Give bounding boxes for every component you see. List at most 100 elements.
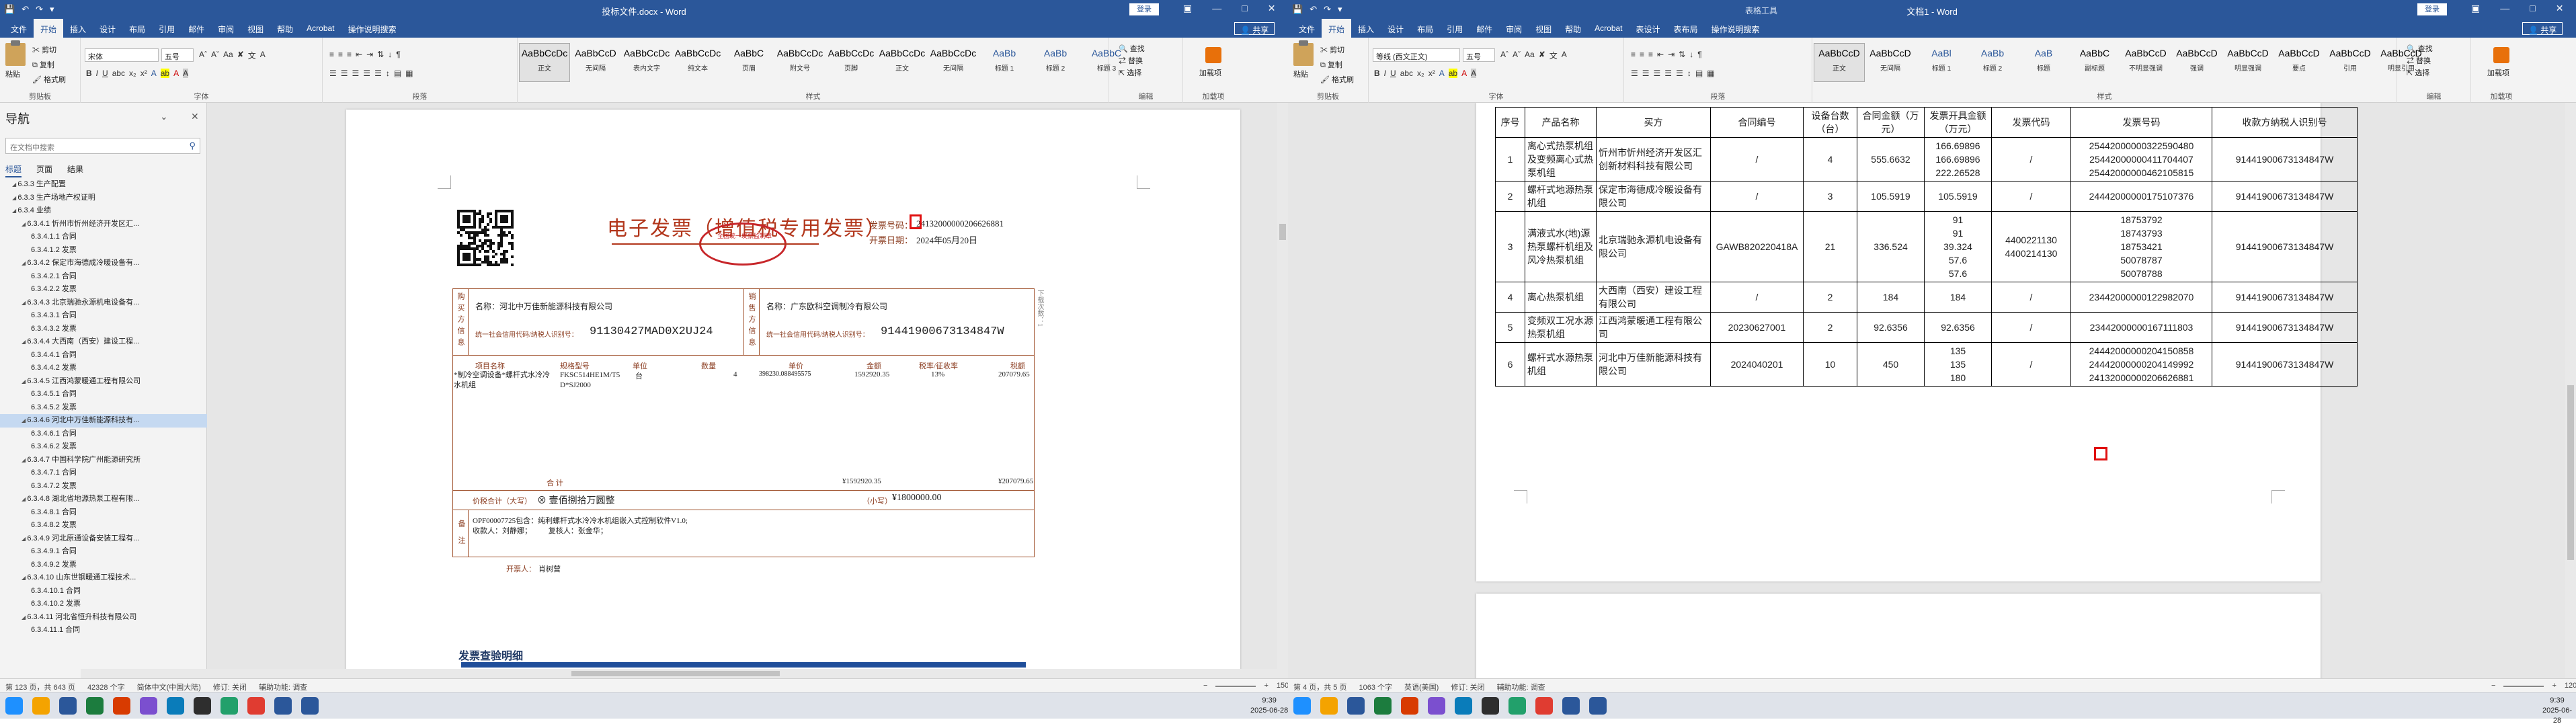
clear-format-icon[interactable]: ✘: [237, 50, 244, 61]
vertical-scrollbar[interactable]: [2565, 103, 2576, 678]
change-case-icon[interactable]: Aa: [1525, 50, 1535, 61]
table-cell[interactable]: 忻州市忻州经济开发区汇创新材料科技有限公司: [1596, 137, 1711, 182]
table-cell[interactable]: 江西鸿蒙暖通工程有限公司: [1596, 312, 1711, 343]
font-size-select[interactable]: 五号: [1463, 48, 1495, 62]
table-cell[interactable]: 2: [1495, 181, 1525, 212]
superscript-icon[interactable]: x²: [1428, 69, 1435, 78]
tab-item[interactable]: 插入: [1351, 19, 1381, 38]
nav-heading-item[interactable]: ◢ 6.3.3 生产场地产权证明: [0, 192, 207, 205]
table-cell[interactable]: 河北中万佳新能源科技有限公司: [1596, 342, 1711, 387]
justify-icon[interactable]: ☰: [363, 69, 370, 78]
char-shading-icon[interactable]: A: [183, 69, 189, 78]
table-cell[interactable]: 91441900673134847W: [2212, 211, 2358, 282]
text-effect-icon[interactable]: A: [151, 69, 157, 78]
format-painter-button[interactable]: 🖌 格式刷: [32, 74, 66, 85]
nav-heading-item[interactable]: 6.3.4.1.2 发票: [0, 244, 207, 257]
close-icon[interactable]: ✕: [2556, 3, 2564, 14]
table-cell[interactable]: 离心热泵机组: [1525, 282, 1597, 313]
borders-icon[interactable]: ▦: [1707, 69, 1714, 78]
table-cell[interactable]: 91441900673134847W: [2212, 342, 2358, 387]
nav-heading-item[interactable]: 6.3.4.11.1 合同: [0, 624, 207, 637]
font-color-icon[interactable]: A: [173, 69, 179, 78]
table-cell[interactable]: 螺杆式地源热泵机组: [1525, 181, 1597, 212]
table-cell[interactable]: /: [1991, 181, 2071, 212]
tab-item[interactable]: 引用: [1440, 19, 1470, 38]
tab-item[interactable]: 操作说明搜索: [1705, 19, 1767, 38]
tab-item[interactable]: 邮件: [182, 19, 211, 38]
style-option[interactable]: AaB 标题: [2018, 43, 2069, 82]
text-effect-icon[interactable]: A: [1439, 69, 1445, 78]
grow-font-icon[interactable]: Aˆ: [1500, 50, 1508, 61]
minimize-icon[interactable]: —: [2500, 3, 2509, 14]
replace-button[interactable]: ⇄ 替换: [2407, 55, 2433, 67]
cut-button[interactable]: ✂ 剪切: [32, 44, 56, 55]
nav-heading-item[interactable]: 6.3.4.2.2 发票: [0, 283, 207, 296]
nav-heading-item[interactable]: 6.3.4.10.2 发票: [0, 598, 207, 611]
nav-heading-item[interactable]: 6.3.4.10.1 合同: [0, 585, 207, 598]
page-count[interactable]: 第 4 页，共 5 页: [1293, 682, 1346, 692]
distribute-icon[interactable]: ☰: [374, 69, 382, 78]
change-case-icon[interactable]: Aa: [223, 50, 233, 61]
clock-left[interactable]: 9:39 2025-06-28: [1250, 696, 1288, 716]
table-cell[interactable]: 3: [1803, 181, 1857, 212]
nav-heading-item[interactable]: 6.3.4.7.1 合同: [0, 467, 207, 480]
maximize-icon[interactable]: □: [2530, 3, 2535, 14]
align-left-icon[interactable]: ☰: [1631, 69, 1638, 78]
justify-icon[interactable]: ☰: [1664, 69, 1672, 78]
table-cell[interactable]: 105.5919: [1857, 181, 1925, 212]
word-icon[interactable]: [59, 697, 77, 715]
table-cell[interactable]: 105.5919: [1924, 181, 1992, 212]
minimize-icon[interactable]: —: [1212, 3, 1221, 14]
table-cell[interactable]: 336.524: [1857, 211, 1925, 282]
zoom-slider[interactable]: [2503, 686, 2544, 687]
style-option[interactable]: AaBbCcDc 正文: [877, 43, 928, 82]
style-option[interactable]: AaBb 标题 2: [1967, 43, 2018, 82]
style-option[interactable]: AaBbC 页眉: [723, 43, 774, 82]
increase-indent-icon[interactable]: ⇥: [366, 50, 373, 59]
find-button[interactable]: 🔍 查找: [1119, 43, 1145, 55]
table-cell[interactable]: 离心式热泵机组及变频离心式热泵机组: [1525, 137, 1597, 182]
style-option[interactable]: AaBb 标题 1: [979, 43, 1030, 82]
style-option[interactable]: AaBbCcDc 正文: [519, 43, 570, 82]
table-cell[interactable]: 166.69896 166.69896 222.26528: [1924, 137, 1992, 182]
nav-heading-item[interactable]: 6.3.4.1.1 合同: [0, 231, 207, 244]
tab-item[interactable]: 引用: [152, 19, 182, 38]
nav-heading-item[interactable]: 6.3.4.5.1 合同: [0, 388, 207, 401]
table-cell[interactable]: 螺杆式水源热泵机组: [1525, 342, 1597, 387]
zoom-slider[interactable]: [1215, 686, 1256, 687]
table-cell[interactable]: 184: [1924, 282, 1992, 313]
multilevel-icon[interactable]: ≡: [347, 50, 352, 59]
nav-heading-item[interactable]: 6.3.4.5.2 发票: [0, 401, 207, 415]
paste-label[interactable]: 粘贴: [1293, 69, 1308, 79]
table-cell[interactable]: 91441900673134847W: [2212, 282, 2358, 313]
scroll-thumb[interactable]: [2567, 385, 2574, 560]
table-cell[interactable]: 大西南（西安）建设工程有限公司: [1596, 282, 1711, 313]
wechat-icon[interactable]: [220, 697, 238, 715]
clock-right[interactable]: 9:39 2025-06-28: [2538, 696, 2576, 726]
nav-heading-item[interactable]: ◢ 6.3.4.2 保定市海德成冷暖设备有...: [0, 257, 207, 270]
phonetic-icon[interactable]: 文: [1549, 50, 1558, 61]
italic-icon[interactable]: I: [96, 69, 98, 78]
tab-item[interactable]: 布局: [122, 19, 152, 38]
copy-button[interactable]: ⧉ 复制: [1320, 59, 1342, 70]
align-right-icon[interactable]: ☰: [1654, 69, 1661, 78]
copy-button[interactable]: ⧉ 复制: [32, 59, 54, 70]
search-icon[interactable]: ⚲: [189, 140, 196, 151]
tab-item[interactable]: 审阅: [211, 19, 241, 38]
ribbon-display-icon[interactable]: ▣: [2471, 3, 2480, 14]
table-cell[interactable]: 24442000000175107376: [2070, 181, 2212, 212]
style-option[interactable]: AaBbCcD 无间隔: [1865, 43, 1916, 82]
table-cell[interactable]: 92.6356: [1924, 312, 1992, 343]
tab-file[interactable]: 文件: [4, 19, 34, 38]
tab-item[interactable]: 布局: [1410, 19, 1440, 38]
show-marks-icon[interactable]: ¶: [396, 50, 400, 59]
table-cell[interactable]: /: [1991, 282, 2071, 313]
table-cell[interactable]: 北京瑞驰永源机电设备有限公司: [1596, 211, 1711, 282]
excel-icon[interactable]: [1374, 697, 1392, 715]
zoom-level[interactable]: 150%: [1277, 682, 1288, 690]
tab-file[interactable]: 文件: [1292, 19, 1322, 38]
decrease-indent-icon[interactable]: ⇤: [356, 50, 362, 59]
addins-button[interactable]: 加载项: [2487, 67, 2509, 78]
table-cell[interactable]: 91441900673134847W: [2212, 137, 2358, 182]
share-button[interactable]: 👤 共享: [1234, 22, 1275, 35]
